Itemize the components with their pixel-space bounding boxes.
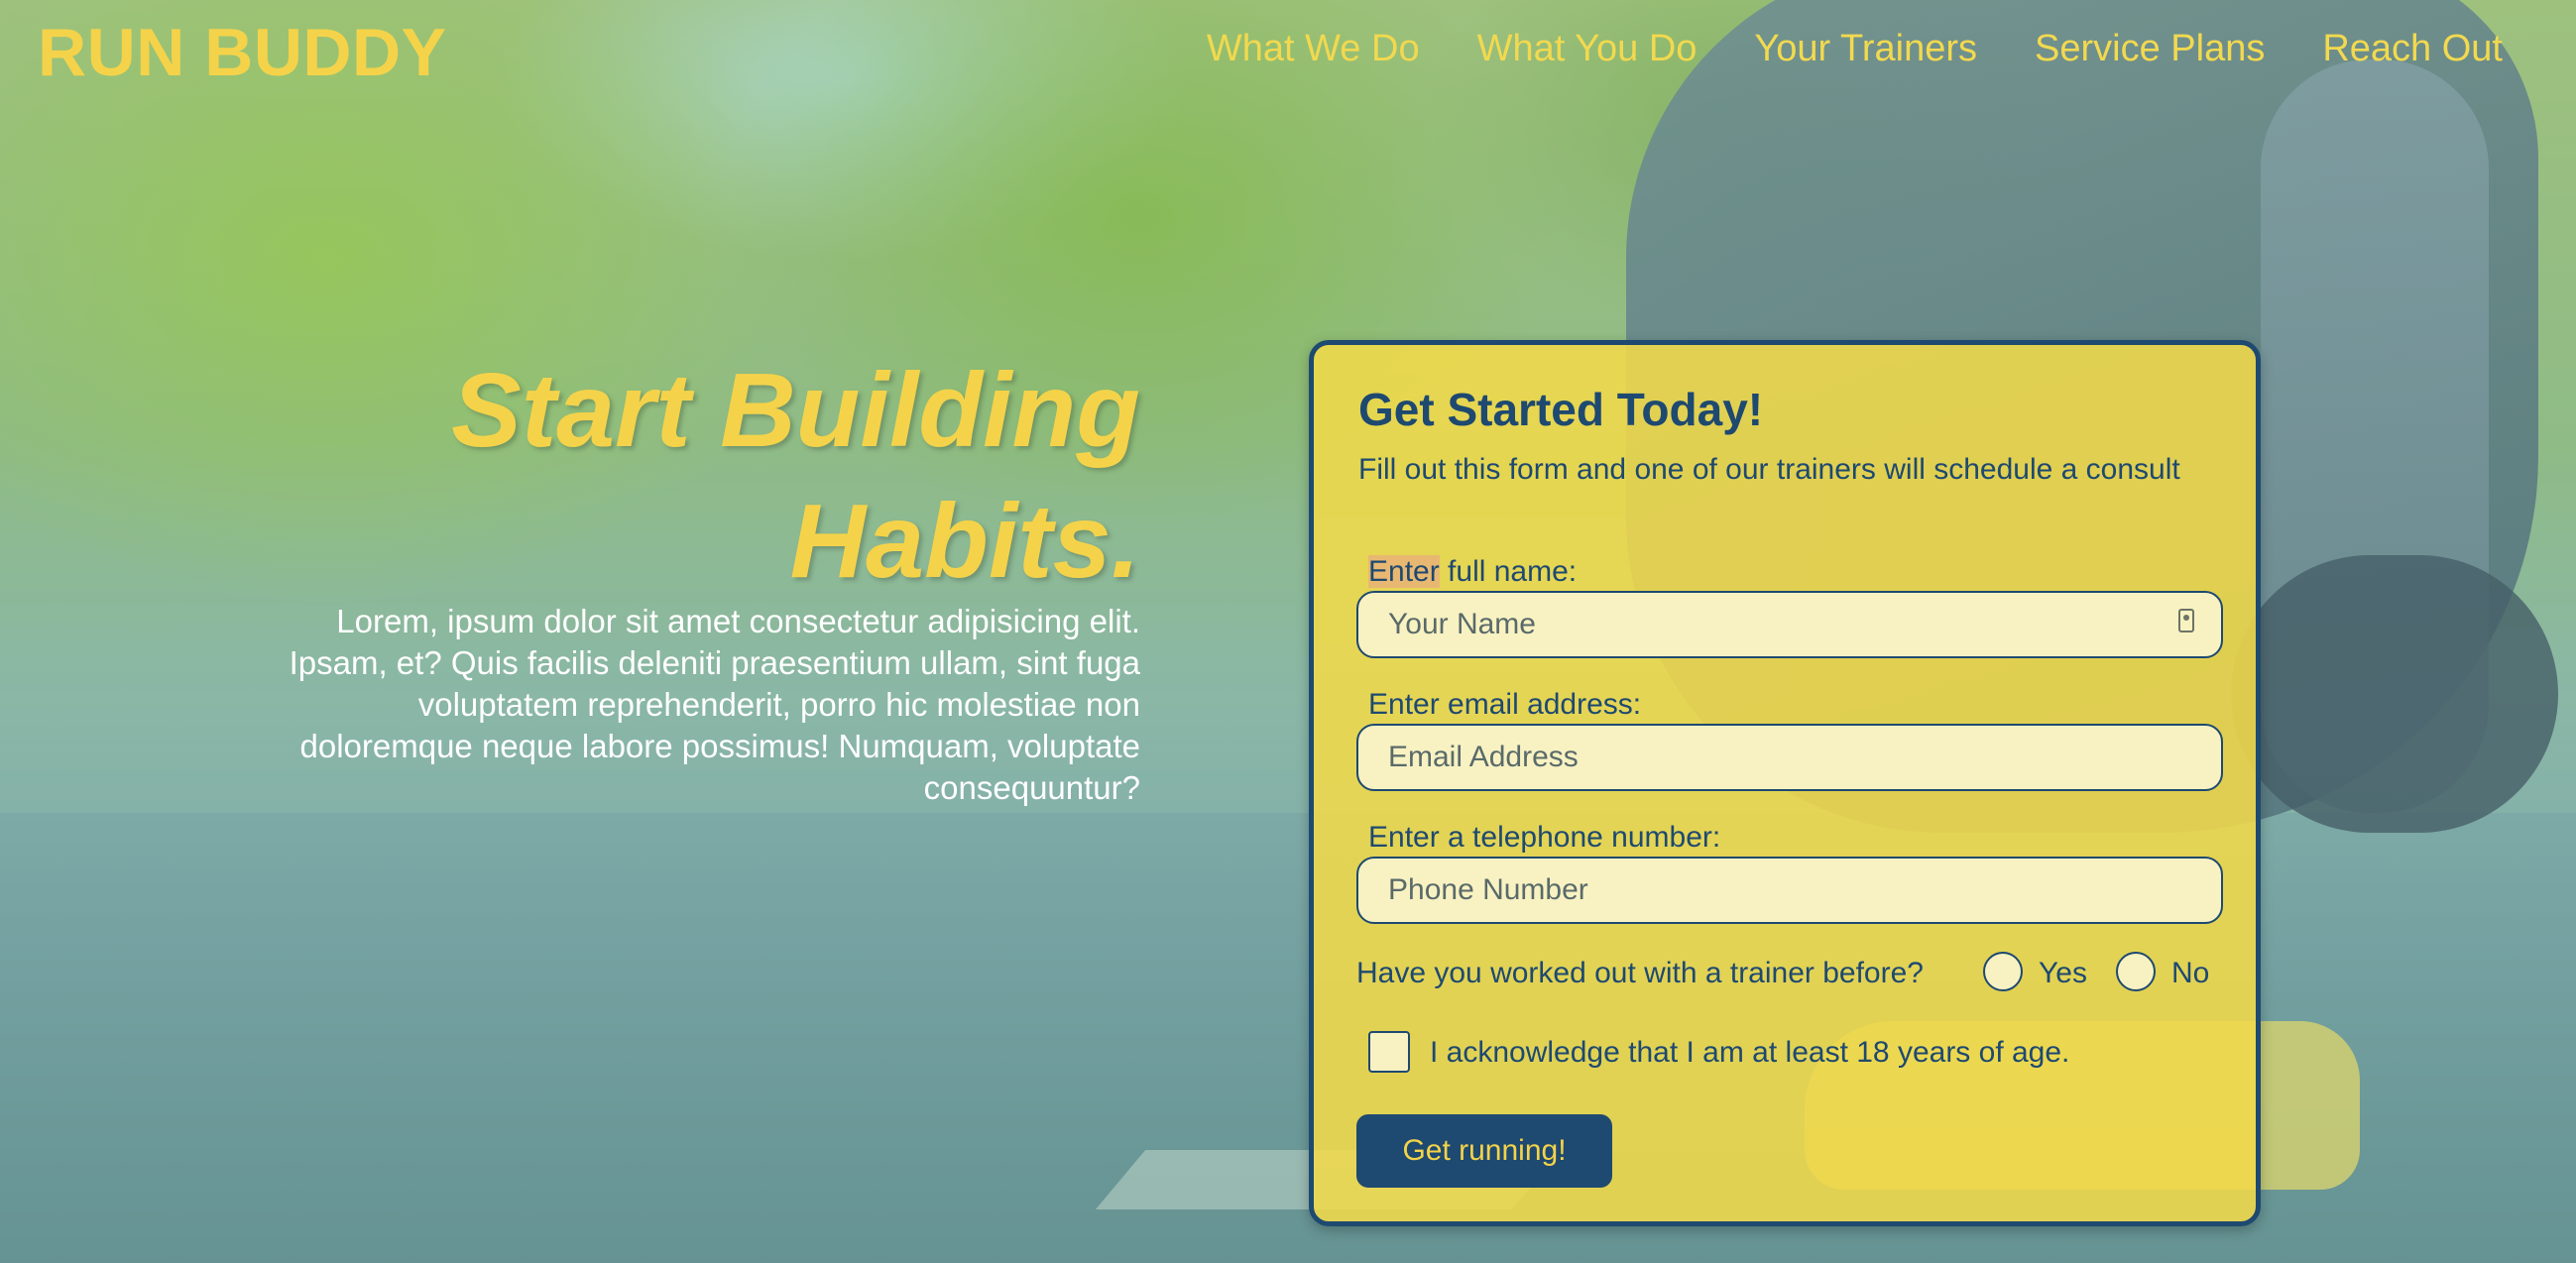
- age-acknowledge-label: I acknowledge that I am at least 18 year…: [1430, 1036, 2070, 1069]
- background-runner-knee: [2231, 555, 2558, 833]
- trainer-no-label: No: [2171, 957, 2210, 989]
- get-running-button[interactable]: Get running!: [1356, 1114, 1612, 1188]
- name-label-rest: full name:: [1439, 555, 1578, 588]
- phone-field-label: Enter a telephone number:: [1368, 821, 1721, 854]
- signup-form-card: Get Started Today! Fill out this form an…: [1309, 340, 2261, 1226]
- hero-title-line1: Start Building: [451, 352, 1140, 469]
- main-nav: What We Do What You Do Your Trainers Ser…: [1207, 28, 2503, 70]
- email-field-label: Enter email address:: [1368, 688, 1642, 721]
- hero-description: Lorem, ipsum dolor sit amet consectetur …: [289, 603, 1140, 806]
- page: RUN BUDDY What We Do What You Do Your Tr…: [0, 0, 2576, 1263]
- email-input[interactable]: [1356, 724, 2223, 791]
- name-label-highlight: Enter: [1368, 555, 1440, 588]
- contact-card-icon[interactable]: [2178, 609, 2194, 632]
- trainer-no-radio[interactable]: [2116, 952, 2156, 991]
- name-field-label: Enter full name:: [1368, 555, 1577, 589]
- trainer-question-label: Have you worked out with a trainer befor…: [1356, 957, 1924, 989]
- trainer-yes-label: Yes: [2039, 957, 2087, 989]
- nav-link-what-you-do[interactable]: What You Do: [1477, 28, 1698, 70]
- phone-input[interactable]: [1356, 857, 2223, 924]
- nav-link-reach-out[interactable]: Reach Out: [2322, 28, 2503, 70]
- form-title: Get Started Today!: [1358, 384, 1764, 435]
- hero-title-line2: Habits.: [789, 483, 1140, 600]
- trainer-yes-radio[interactable]: [1983, 952, 2023, 991]
- site-logo[interactable]: RUN BUDDY: [38, 14, 447, 91]
- age-acknowledge-checkbox[interactable]: [1368, 1031, 1410, 1073]
- form-intro: Fill out this form and one of our traine…: [1358, 453, 2180, 486]
- nav-link-your-trainers[interactable]: Your Trainers: [1754, 28, 1977, 70]
- hero-title: Start Building Habits.: [248, 345, 1140, 607]
- nav-link-service-plans[interactable]: Service Plans: [2035, 28, 2265, 70]
- nav-link-what-we-do[interactable]: What We Do: [1207, 28, 1420, 70]
- name-input[interactable]: [1356, 591, 2223, 658]
